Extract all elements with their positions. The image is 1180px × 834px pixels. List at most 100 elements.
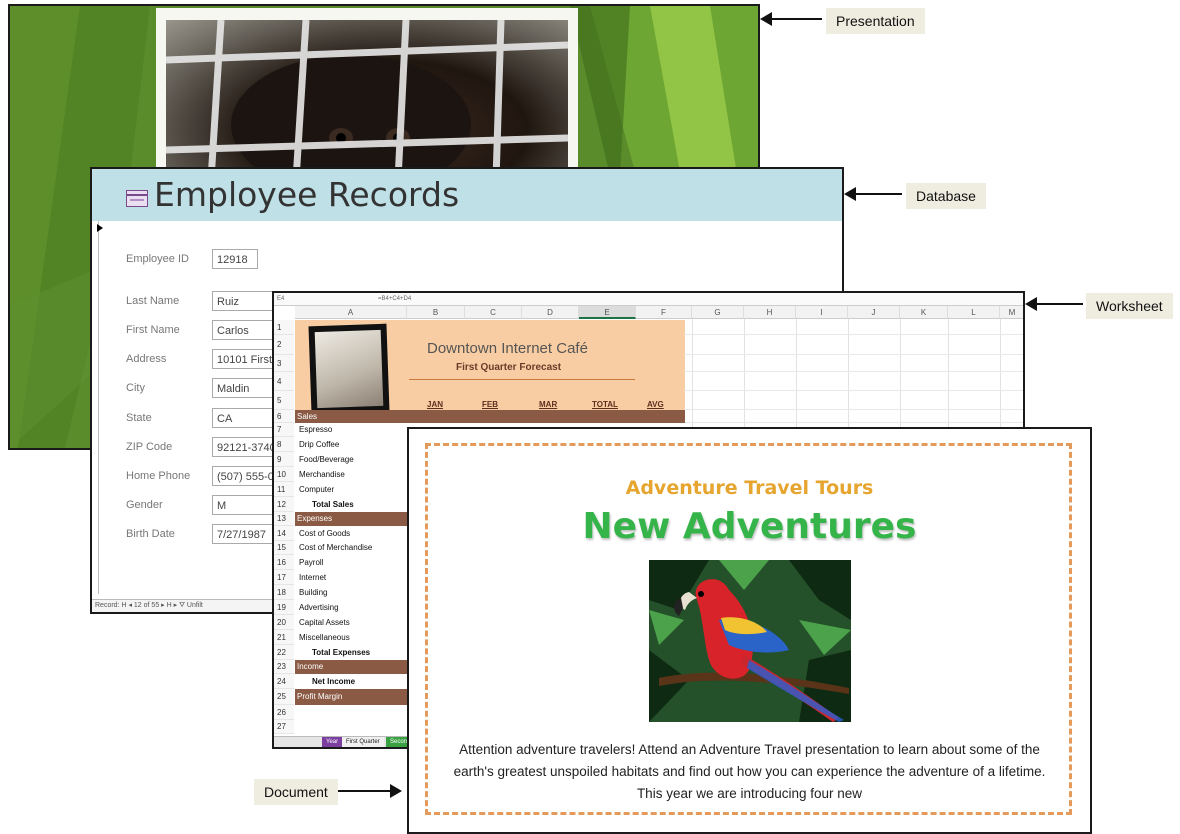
worksheet-arrow-icon	[1025, 297, 1083, 311]
month-header-jan: JAN	[427, 400, 444, 409]
column-header-e[interactable]: E	[579, 306, 636, 319]
field-label: Address	[126, 353, 167, 365]
grid-line	[684, 354, 1023, 355]
current-record-icon	[97, 224, 103, 232]
row-header[interactable]: 22	[274, 645, 294, 660]
row-header[interactable]: 1	[274, 320, 294, 335]
row-header[interactable]: 9	[274, 452, 294, 467]
row-label-cell[interactable]: Merchandise	[299, 467, 345, 482]
column-header-h[interactable]: H	[744, 306, 796, 319]
row-header[interactable]: 3	[274, 355, 294, 372]
cage-bars-icon	[166, 20, 568, 180]
field-label: First Name	[126, 324, 180, 336]
document-window: Adventure Travel Tours New Adventures At…	[407, 427, 1092, 834]
row-header[interactable]: 18	[274, 585, 294, 600]
row-label-cell[interactable]: Advertising	[299, 600, 339, 615]
column-header-k[interactable]: K	[900, 306, 948, 319]
column-header-i[interactable]: I	[796, 306, 848, 319]
form-header: Employee Records	[92, 169, 842, 221]
employee-id-input[interactable]: 12918	[212, 249, 258, 269]
month-header-feb: FEB	[482, 400, 498, 409]
row-header[interactable]: 19	[274, 600, 294, 615]
month-header-mar: MAR	[539, 400, 558, 409]
flyer-body-text: Attention adventure travelers! Attend an…	[453, 742, 1046, 801]
row-header[interactable]: 15	[274, 541, 294, 555]
column-header-m[interactable]: M	[1000, 306, 1023, 319]
row-label-cell[interactable]: Drip Coffee	[299, 437, 339, 452]
row-header[interactable]: 6	[274, 410, 294, 423]
flyer-subtitle: Adventure Travel Tours	[625, 477, 874, 499]
row-label-cell[interactable]: Cost of Goods	[299, 526, 350, 541]
callout-database: Database	[906, 183, 986, 209]
row-header[interactable]: 24	[274, 674, 294, 689]
grid-line	[684, 334, 1023, 335]
row-header[interactable]: 20	[274, 615, 294, 630]
database-arrow-icon	[844, 187, 902, 201]
grid-line	[684, 409, 1023, 410]
row-label-cell[interactable]: Total Expenses	[312, 645, 370, 660]
field-label: Gender	[126, 499, 163, 511]
column-header-a[interactable]: A	[295, 306, 407, 319]
column-header-g[interactable]: G	[692, 306, 744, 319]
row-header[interactable]: 16	[274, 555, 294, 570]
column-header-d[interactable]: D	[522, 306, 579, 319]
row-header[interactable]: 14	[274, 526, 294, 541]
field-label: Birth Date	[126, 528, 175, 540]
column-header-b[interactable]: B	[407, 306, 465, 319]
flyer-title: New Adventures	[582, 506, 917, 547]
row-label-cell[interactable]: Cost of Merchandise	[299, 541, 372, 555]
form-icon	[126, 190, 148, 207]
parrot-image	[649, 560, 851, 722]
row-header[interactable]: 27	[274, 720, 294, 734]
row-label-cell[interactable]: Net Income	[312, 674, 355, 689]
parrot-icon	[649, 560, 851, 722]
formula-input[interactable]: =B4+C4+D4	[378, 293, 411, 305]
row-header[interactable]: 10	[274, 467, 294, 482]
month-header-total: TOTAL	[592, 400, 618, 409]
row-header[interactable]: 12	[274, 497, 294, 512]
field-label: Employee ID	[126, 253, 189, 265]
row-label-cell[interactable]: Internet	[299, 570, 326, 585]
row-label-cell[interactable]: Payroll	[299, 555, 323, 570]
presentation-arrow-icon	[760, 12, 822, 26]
grid-line	[684, 371, 1023, 372]
field-label: ZIP Code	[126, 441, 173, 453]
row-header[interactable]: 21	[274, 630, 294, 645]
row-header[interactable]: 13	[274, 512, 294, 526]
row-label-cell[interactable]: Building	[299, 585, 327, 600]
row-header[interactable]: 5	[274, 391, 294, 410]
document-arrow-icon	[338, 784, 402, 798]
row-header[interactable]: 11	[274, 482, 294, 497]
row-header[interactable]: 8	[274, 437, 294, 452]
row-header[interactable]: 17	[274, 570, 294, 585]
column-header-l[interactable]: L	[948, 306, 1000, 319]
row-label-cell[interactable]: Food/Beverage	[299, 452, 354, 467]
sheet-tab-year[interactable]: Year	[322, 737, 343, 747]
row-label-cell[interactable]: Capital Assets	[299, 615, 350, 630]
row-header[interactable]: 7	[274, 423, 294, 437]
field-label: City	[126, 382, 145, 394]
coffee-photo	[308, 323, 390, 415]
column-header-f[interactable]: F	[636, 306, 692, 319]
row-label-cell[interactable]: Espresso	[299, 423, 332, 437]
row-header[interactable]: 4	[274, 372, 294, 391]
sheet-tab-first-quarter[interactable]: First Quarter	[342, 737, 384, 747]
section-band[interactable]: Sales	[295, 410, 685, 423]
row-label-cell[interactable]: Miscellaneous	[299, 630, 350, 645]
row-label-cell[interactable]: Total Sales	[312, 497, 354, 512]
record-selector[interactable]	[92, 221, 99, 594]
field-label: Last Name	[126, 295, 180, 307]
grid-line	[684, 390, 1023, 391]
monkey-image	[166, 20, 568, 180]
column-header-c[interactable]: C	[465, 306, 522, 319]
row-header[interactable]: 26	[274, 705, 294, 720]
column-header-j[interactable]: J	[848, 306, 900, 319]
field-label: Home Phone	[126, 470, 191, 482]
row-header[interactable]: 25	[274, 689, 294, 705]
worksheet-subtitle: First Quarter Forecast	[456, 362, 562, 373]
row-header[interactable]: 2	[274, 335, 294, 355]
presentation-photo	[156, 8, 578, 183]
name-box[interactable]: E4	[277, 293, 284, 305]
row-header[interactable]: 23	[274, 660, 294, 674]
row-label-cell[interactable]: Computer	[299, 482, 334, 497]
